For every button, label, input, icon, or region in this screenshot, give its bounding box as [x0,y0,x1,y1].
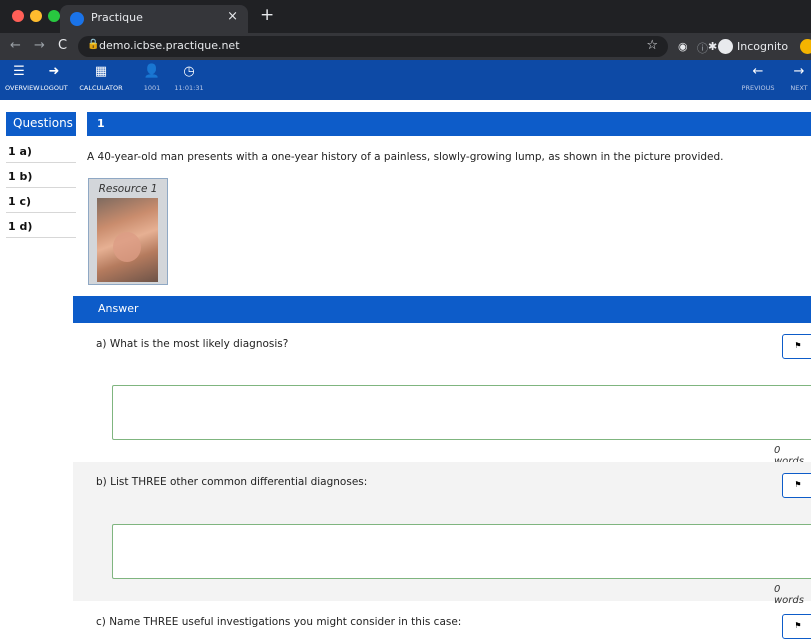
incognito-icon[interactable] [718,39,733,54]
calculator-label: CALCULATOR [79,84,123,92]
sidebar-item-1c[interactable]: 1 c) [6,190,76,213]
previous-label: PREVIOUS [741,84,775,92]
answer-part-a: a) What is the most likely diagnosis? ⚑ … [73,323,811,467]
clinical-photo[interactable] [97,198,158,282]
answer-header: Answer [73,296,811,323]
lock-icon: 🔒 [87,39,100,50]
incognito-label: Incognito [737,40,789,53]
calculator-button[interactable]: ▦ CALCULATOR [78,64,124,93]
sidebar-item-1d[interactable]: 1 d) [6,215,76,238]
user-icon: 👤 [143,64,161,79]
camera-icon[interactable]: ◉ [678,40,688,53]
overview-button[interactable]: ☰ OVERVIEW [5,64,40,93]
timer-value: 11:01:31 [174,84,204,92]
flag-icon: ⚑ [794,480,802,489]
answer-input-a[interactable] [112,385,811,440]
candidate-number: 1001 [143,84,161,92]
timer-display: ◷ 11:01:31 [174,64,204,93]
resource-label: Resource 1 [98,183,158,195]
sidebar-item-1b[interactable]: 1 b) [6,165,76,188]
overview-list-icon: ☰ [13,64,25,79]
part-a-question: a) What is the most likely diagnosis? [96,338,289,350]
flag-button-a[interactable]: ⚑ [782,334,811,359]
lump-image-detail [113,232,141,262]
question-stem: A 40-year-old man presents with a one-ye… [87,151,724,163]
window-minimize-button[interactable] [30,10,42,22]
resource-card[interactable]: Resource 1 [88,178,168,285]
address-bar: ← → C 🔒 demo.icbse.practique.net ☆ ◉ ⓘ ✱… [0,33,811,60]
sidebar-item-1a[interactable]: 1 a) [6,140,76,163]
flag-icon: ⚑ [794,621,802,630]
url-field[interactable]: 🔒 demo.icbse.practique.net ☆ [78,36,668,57]
window-close-button[interactable] [12,10,24,22]
tab-title: Practique [91,11,143,24]
next-label: NEXT [790,84,808,92]
tab-close-button[interactable]: × [227,9,238,24]
logout-button[interactable]: ➜ LOGOUT [40,64,68,93]
info-icon[interactable]: ⓘ [697,40,708,56]
bookmark-star-icon[interactable]: ☆ [646,38,658,53]
window-maximize-button[interactable] [48,10,60,22]
flag-button-b[interactable]: ⚑ [782,473,811,498]
questions-header: Questions [6,112,76,136]
overview-label: OVERVIEW [5,84,40,92]
clock-icon: ◷ [183,64,195,79]
calculator-icon: ▦ [94,64,108,79]
answer-input-b[interactable] [112,524,811,579]
app-toolbar: ☰ OVERVIEW ➜ LOGOUT ▦ CALCULATOR 👤 1001 … [0,60,811,100]
next-button[interactable]: → NEXT [788,64,810,93]
logout-label: LOGOUT [40,84,68,92]
candidate-info: 👤 1001 [138,64,166,93]
browser-tab[interactable]: Practique × [60,5,248,33]
part-c-question: c) Name THREE useful investigations you … [96,616,462,628]
answer-part-c: c) Name THREE useful investigations you … [73,601,811,644]
arrow-right-icon: → [793,64,805,79]
answer-part-b: b) List THREE other common differential … [73,462,811,606]
question-number-header: 1 [87,112,811,136]
reload-icon[interactable]: C [58,38,67,53]
url-text[interactable]: demo.icbse.practique.net [99,39,240,52]
extensions-icon[interactable]: ✱ [708,40,717,53]
flag-icon: ⚑ [794,341,802,350]
arrow-left-icon: ← [752,64,764,79]
logout-icon: ➜ [48,64,60,79]
new-tab-button[interactable]: + [260,5,274,25]
forward-icon[interactable]: → [34,38,45,53]
previous-button[interactable]: ← PREVIOUS [738,64,778,93]
back-icon[interactable]: ← [10,38,21,53]
browser-tab-bar: Practique × + [0,0,811,33]
flag-button-c[interactable]: ⚑ [782,614,811,639]
part-b-question: b) List THREE other common differential … [96,476,368,488]
favicon-icon [70,12,84,26]
profile-icon[interactable] [800,39,811,54]
